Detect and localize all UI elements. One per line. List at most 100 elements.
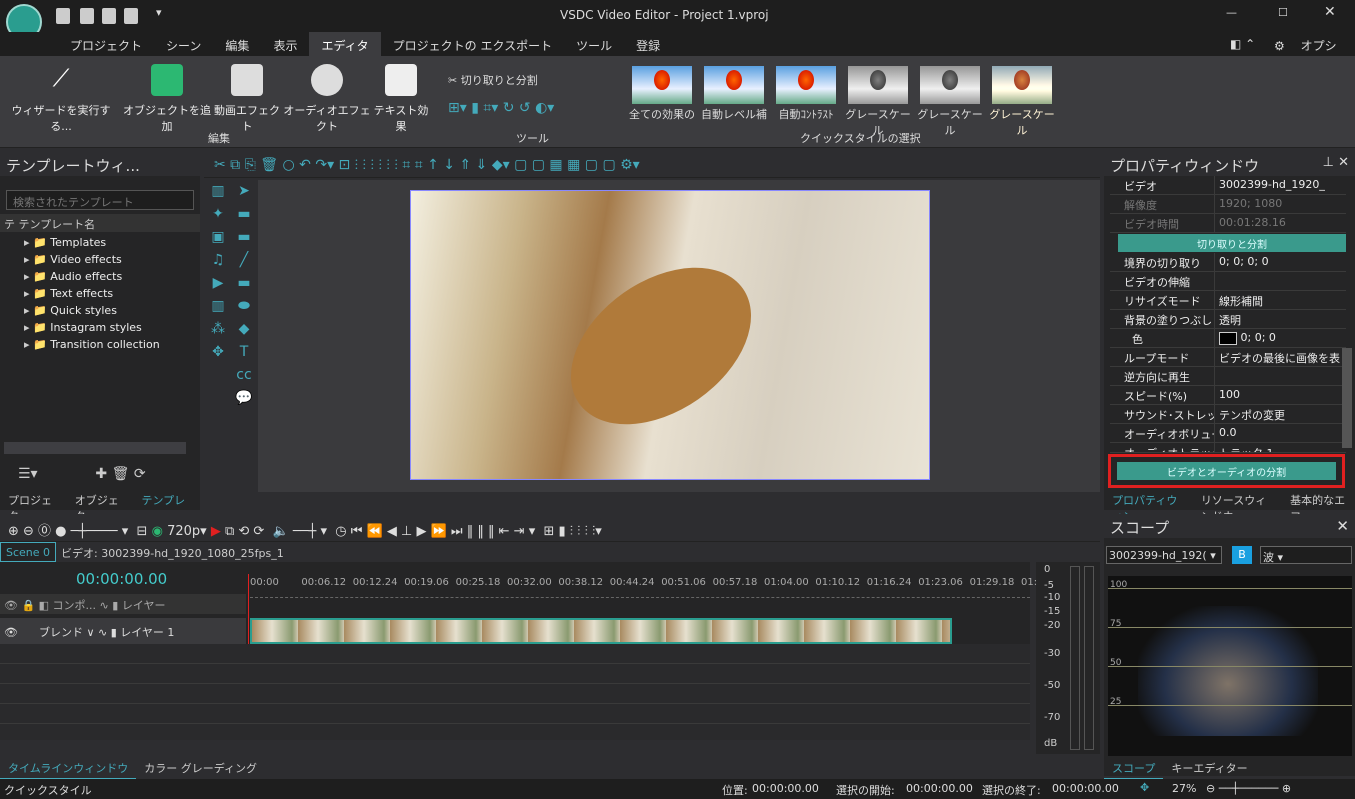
prop-bg-fill[interactable]: 背景の塗りつぶし 透明 — [1110, 310, 1346, 329]
stretch-toggle[interactable] — [1214, 272, 1346, 290]
properties-scrollbar[interactable] — [1342, 348, 1352, 448]
tool-icons-row[interactable]: ⊞▾ ▮ ⌗▾ ↻ ↺ ◐▾ — [448, 100, 554, 116]
open-icon[interactable] — [80, 8, 94, 24]
video-effects-button[interactable]: 動画エフェクト — [212, 60, 282, 134]
tree-item-quick-styles[interactable]: Quick styles — [0, 304, 200, 321]
color-swatch[interactable] — [1219, 331, 1237, 345]
cut-split-button[interactable]: ✂ 切り取りと分割 — [448, 72, 538, 88]
prop-reverse[interactable]: 逆方向に再生 — [1110, 367, 1346, 386]
text-effects-button[interactable]: テキスト効果 — [370, 60, 432, 134]
quick-style-4[interactable]: グレースケール — [916, 66, 984, 137]
col-short: テ — [4, 218, 15, 231]
properties-header: プロパティウィンドウ ⊥ ✕ — [1104, 152, 1355, 176]
tools-group-label: ツール — [516, 132, 549, 145]
tree-item-video-effects[interactable]: Video effects — [0, 253, 200, 270]
add-object-button[interactable]: オブジェクトを追加 — [122, 60, 212, 134]
timeline-hscrollbar[interactable] — [0, 740, 1030, 754]
prop-video[interactable]: ビデオ 3002399-hd_1920_ — [1110, 176, 1346, 195]
close-button[interactable]: ✕ — [1324, 4, 1336, 20]
scope-mode-select[interactable]: 波 ▾ — [1260, 546, 1352, 564]
layout-icon[interactable]: ◧ ⌃ — [1218, 32, 1267, 56]
menu-register[interactable]: 登録 — [624, 32, 672, 56]
prop-resize-mode[interactable]: リサイズモード 線形補間 — [1110, 291, 1346, 310]
scope-mode-value: 波 — [1263, 551, 1274, 564]
timeline-toolbar[interactable]: ⊕ ⊖ ⓪ ● ─┼──── ▾ ⊟ ◉ 720p▾ ▶ ⧉ ⟲ ⟳ 🔈 ──┼… — [0, 514, 1100, 542]
prop-audio-track[interactable]: オーディオトラックトラック 1 — [1110, 443, 1346, 453]
audio-fx-icon — [311, 64, 343, 96]
prop-stretch[interactable]: ビデオの伸縮 — [1110, 272, 1346, 291]
menu-project[interactable]: プロジェクト — [58, 32, 154, 56]
waveform-scope: 100 75 50 25 — [1108, 576, 1352, 756]
cut-split-label: 切り取りと分割 — [460, 74, 538, 87]
quick-style-2[interactable]: 自動ｺﾝﾄﾗｽﾄ — [772, 66, 840, 122]
audio-effects-button[interactable]: オーディオエフェクト — [282, 60, 372, 134]
video-frame[interactable] — [410, 190, 930, 480]
quick-style-1[interactable]: 自動レベル補 — [700, 66, 768, 122]
prop-value: 0; 0; 0; 0 — [1214, 253, 1346, 271]
quick-style-5[interactable]: グレースケール — [988, 66, 1056, 137]
save-icon[interactable] — [102, 8, 116, 24]
tree-item-text-effects[interactable]: Text effects — [0, 287, 200, 304]
tab-timeline-window[interactable]: タイムラインウィンドウ — [0, 758, 137, 780]
editor-toolbar[interactable]: ✂ ⧉ ⎘ 🗑 ○ ↶ ↷▾ ⊡ ⫶ ⫶ ⫶ ⫶ ⫶ ⫶ ⌗ ⌗ ↑ ↓ ⇑ ⇓… — [204, 152, 1100, 178]
wizard-button[interactable]: ⟋ ウィザードを実行する... — [8, 60, 114, 134]
fit-zoom-icon[interactable]: ✥ — [1140, 781, 1149, 794]
edit-group-label: 編集 — [208, 132, 230, 145]
tab-scope[interactable]: スコープ — [1104, 758, 1164, 780]
tab-color-grading[interactable]: カラー グレーディング — [136, 758, 265, 780]
template-toolbar[interactable]: ☰▾ ✚ 🗑 ⟳ — [18, 466, 146, 482]
scope-source-select[interactable]: 3002399-hd_192( ▾ — [1106, 546, 1222, 564]
menu-view[interactable]: 表示 — [261, 32, 309, 56]
record-icon[interactable] — [124, 8, 138, 24]
menu-export[interactable]: プロジェクトの エクスポート — [381, 32, 564, 56]
video-clip[interactable] — [250, 618, 952, 644]
quick-style-3[interactable]: グレースケール — [844, 66, 912, 137]
object-tools-column[interactable]: ▥ ✦ ▣ ♫ ▶ ▥ ⁂ ✥ — [204, 180, 232, 510]
scope-close-icon[interactable]: ✕ — [1336, 517, 1349, 535]
prop-loop-mode[interactable]: ループモード ビデオの最後に画像を表 — [1110, 348, 1346, 367]
minimize-button[interactable]: — — [1226, 6, 1237, 19]
prop-color[interactable]: 色 0; 0; 0 — [1110, 329, 1346, 348]
template-search-input[interactable]: 検索されたテンプレート — [6, 190, 194, 210]
time-ruler[interactable]: 00:00 00:06.12 00:12.24 00:19.06 00:25.18 00:… — [250, 574, 1066, 598]
template-hscrollbar[interactable] — [4, 442, 186, 454]
scope-channel-b-button[interactable]: B — [1232, 546, 1252, 564]
quick-style-0[interactable]: 全ての効果の — [628, 66, 696, 122]
template-column-header[interactable]: テ テンプレート名 — [0, 214, 200, 232]
menu-edit[interactable]: 編集 — [213, 32, 261, 56]
cut-split-prop-button[interactable]: 切り取りと分割 — [1118, 234, 1346, 252]
tree-item-transition-collection[interactable]: Transition collection — [0, 338, 200, 355]
tab-scene-0[interactable]: Scene 0 — [0, 542, 57, 562]
reverse-toggle[interactable] — [1214, 367, 1346, 385]
preview-canvas[interactable] — [258, 180, 1100, 492]
ruler-tick-label: 01:23.06 — [918, 577, 963, 588]
new-project-icon[interactable] — [56, 8, 70, 24]
prop-audio-volume[interactable]: オーディオボリューム(dl0.0 — [1110, 424, 1346, 443]
quick-access-dropdown-icon[interactable]: ▾ — [156, 6, 162, 19]
canvas-hscrollbar[interactable] — [258, 492, 1100, 506]
menu-tools[interactable]: ツール — [564, 32, 624, 56]
prop-sound-stretch[interactable]: サウンド･ストレッチ モテンポの変更 — [1110, 405, 1346, 424]
menu-editor[interactable]: エディタ — [309, 32, 381, 56]
resolution-select[interactable]: 720p — [167, 524, 200, 539]
track-row-layer-1[interactable]: 👁 ブレンド ∨ ∿ ▮ レイヤー 1 — [0, 618, 246, 644]
pin-close-icons[interactable]: ⊥ ✕ — [1323, 155, 1349, 173]
tree-item-templates[interactable]: Templates — [0, 236, 200, 253]
prop-key: 色 — [1132, 333, 1143, 346]
zoom-slider[interactable]: ⊖ ──┼────── ⊕ — [1206, 782, 1291, 795]
blend-select[interactable]: ブレンド — [39, 626, 83, 639]
menu-scene[interactable]: シーン — [154, 32, 213, 56]
add-object-icon — [151, 64, 183, 96]
tree-item-audio-effects[interactable]: Audio effects — [0, 270, 200, 287]
balloon-thumbnail — [848, 66, 908, 104]
split-video-audio-button[interactable]: ビデオとオーディオの分割 — [1117, 462, 1336, 480]
prop-crop[interactable]: 境界の切り取り 0; 0; 0; 0 — [1110, 253, 1346, 272]
ruler-tick-label: 00:12.24 — [352, 577, 398, 588]
maximize-button[interactable]: ☐ — [1278, 6, 1288, 19]
draw-tools-column[interactable]: ➤ ▬ ▬ ╱ ▬ ⬬ ◆ Tcc 💬 — [232, 180, 256, 510]
tab-key-editor[interactable]: キーエディター — [1163, 758, 1255, 780]
ruler-tick-label: 00:00 — [250, 577, 279, 588]
prop-speed[interactable]: スピード(%) 100 — [1110, 386, 1346, 405]
tab-video-clip[interactable]: ビデオ: 3002399-hd_1920_1080_25fps_1 — [56, 542, 289, 562]
tree-item-instagram-styles[interactable]: Instagram styles — [0, 321, 200, 338]
